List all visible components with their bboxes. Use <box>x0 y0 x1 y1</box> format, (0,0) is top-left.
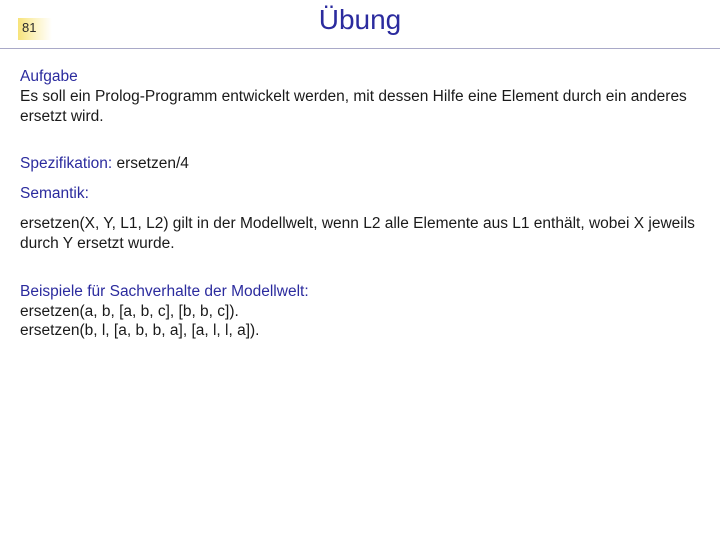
spezifikation-value: ersetzen/4 <box>117 155 189 172</box>
header-row: 81 Übung <box>0 0 720 49</box>
beispiel-line-1: ersetzen(a, b, [a, b, c], [b, b, c]). <box>20 302 700 322</box>
slide-title: Übung <box>0 4 720 36</box>
spezifikation-line: Spezifikation: ersetzen/4 <box>20 154 700 174</box>
beispiele-block: Beispiele für Sachverhalte der Modellwel… <box>20 282 700 341</box>
spezifikation-label: Spezifikation: <box>20 155 117 172</box>
semantik-text: ersetzen(X, Y, L1, L2) gilt in der Model… <box>20 214 700 254</box>
slide-body: Aufgabe Es soll ein Prolog-Programm entw… <box>0 49 720 341</box>
aufgabe-label: Aufgabe <box>20 67 700 87</box>
aufgabe-block: Aufgabe Es soll ein Prolog-Programm entw… <box>20 67 700 126</box>
beispiele-label: Beispiele für Sachverhalte der Modellwel… <box>20 282 700 302</box>
beispiel-line-2: ersetzen(b, l, [a, b, b, a], [a, l, l, a… <box>20 321 700 341</box>
aufgabe-text: Es soll ein Prolog-Programm entwickelt w… <box>20 87 700 127</box>
slide: 81 Übung Aufgabe Es soll ein Prolog-Prog… <box>0 0 720 540</box>
semantik-label: Semantik: <box>20 184 700 204</box>
